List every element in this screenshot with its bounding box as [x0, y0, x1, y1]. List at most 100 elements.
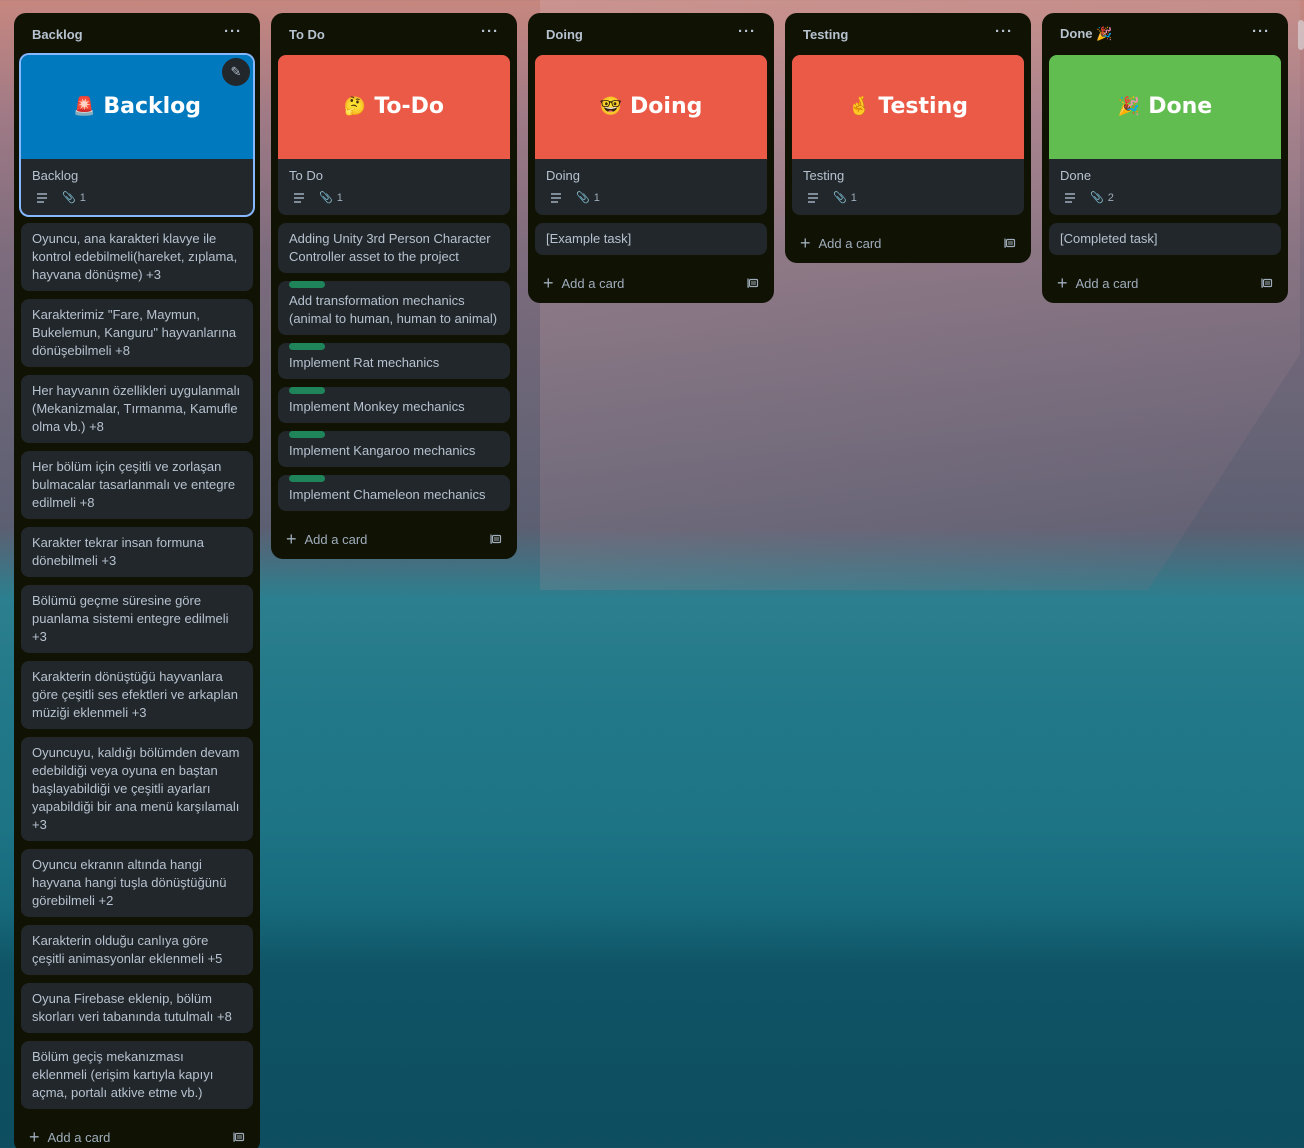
list-card[interactable]: Oyuncu, ana karakteri klavye ile kontrol…: [21, 223, 253, 291]
card-template-icon[interactable]: [490, 533, 502, 545]
list-menu-button[interactable]: ···: [481, 23, 499, 40]
card-title: Oyuncuyu, kaldığı bölümden devam edebild…: [32, 745, 240, 832]
thinking-face-icon: 🤔: [343, 96, 367, 117]
card-title: [Completed task]: [1060, 231, 1158, 246]
cover-card[interactable]: 🎉 Done Done 📎 2: [1049, 55, 1281, 215]
list-card[interactable]: Karakterin olduğu canlıya göre çeşitli a…: [21, 925, 253, 975]
cover-card[interactable]: 🤞 Testing Testing 📎 1: [792, 55, 1024, 215]
add-card-label: Add a card: [818, 235, 882, 251]
cover-card[interactable]: 🚨 Backlog ✎ Backlog 📎 1: [21, 55, 253, 215]
card-template-icon[interactable]: [1004, 237, 1016, 249]
list-title[interactable]: To Do: [289, 27, 325, 42]
add-card-button[interactable]: + Add a card: [792, 223, 1024, 263]
list-card[interactable]: [Example task]: [535, 223, 767, 255]
list-menu-button[interactable]: ···: [738, 23, 756, 40]
attachment-count: 1: [593, 192, 600, 204]
cover-title: Backlog: [103, 94, 202, 119]
card-template-icon[interactable]: [747, 277, 759, 289]
card-template-icon[interactable]: [233, 1131, 245, 1143]
list-menu-button[interactable]: ···: [1252, 23, 1270, 40]
add-card-button[interactable]: + Add a card: [1049, 263, 1281, 303]
card-title: Add transformation mechanics (animal to …: [289, 293, 498, 326]
add-list-edge[interactable]: [1298, 20, 1304, 50]
list-menu-button[interactable]: ···: [995, 23, 1013, 40]
card-title: Bölümü geçme süresine göre puanlama sist…: [32, 593, 229, 644]
card-title: Implement Chameleon mechanics: [289, 487, 486, 502]
card-title: Her bölüm için çeşitli ve zorlaşan bulma…: [32, 459, 236, 510]
crossed-fingers-icon: 🤞: [848, 96, 871, 117]
green-label[interactable]: [289, 343, 325, 350]
list-card[interactable]: Oyuncuyu, kaldığı bölümden devam edebild…: [21, 737, 253, 841]
list-card[interactable]: Karakterin dönüştüğü hayvanlara göre çeş…: [21, 661, 253, 729]
description-icon: [1064, 193, 1076, 203]
cover-title: Doing: [630, 94, 703, 119]
description-icon: [293, 193, 305, 203]
add-card-button[interactable]: + Add a card: [21, 1117, 253, 1148]
list-card[interactable]: Implement Monkey mechanics: [278, 387, 510, 423]
list-header: Testing ···: [792, 13, 1024, 55]
list-card[interactable]: Bölüm geçiş mekanızması eklenmeli (erişi…: [21, 1041, 253, 1109]
list-card[interactable]: Karakter tekrar insan formuna dönebilmel…: [21, 527, 253, 577]
description-icon: [550, 193, 562, 203]
list-card[interactable]: Add transformation mechanics (animal to …: [278, 281, 510, 335]
card-title: Bölüm geçiş mekanızması eklenmeli (erişi…: [32, 1049, 214, 1100]
list-title[interactable]: Doing: [546, 27, 583, 42]
plus-icon: +: [1057, 273, 1068, 293]
list-title[interactable]: Testing: [803, 27, 848, 42]
attachment-count: 2: [1107, 192, 1114, 204]
list-header: Doing ···: [535, 13, 767, 55]
add-card-button[interactable]: + Add a card: [278, 519, 510, 559]
list-card[interactable]: Karakterimiz "Fare, Maymun, Bukelemun, K…: [21, 299, 253, 367]
list-card[interactable]: Oyuna Firebase eklenip, bölüm skorları v…: [21, 983, 253, 1033]
add-card-label: Add a card: [304, 531, 368, 547]
attachment-badge: 📎 1: [62, 189, 86, 207]
list-testing: Testing ··· 🤞 Testing Testing 📎 1 + Add …: [785, 13, 1031, 263]
list-title[interactable]: Backlog: [32, 27, 83, 42]
green-label[interactable]: [289, 281, 325, 288]
list-card[interactable]: Oyuncu ekranın altında hangi hayvana han…: [21, 849, 253, 917]
card-title: Oyuncu ekranın altında hangi hayvana han…: [32, 857, 227, 908]
card-title: Doing: [546, 168, 580, 183]
card-title: Testing: [803, 168, 845, 183]
add-card-label: Add a card: [47, 1129, 111, 1145]
list-card[interactable]: Implement Kangaroo mechanics: [278, 431, 510, 467]
description-icon: [807, 193, 819, 203]
list-card[interactable]: [Completed task]: [1049, 223, 1281, 255]
card-cover: 🤓 Doing: [535, 55, 767, 159]
list-card[interactable]: Adding Unity 3rd Person Character Contro…: [278, 223, 510, 273]
card-title: Implement Kangaroo mechanics: [289, 443, 476, 458]
list-card[interactable]: Implement Chameleon mechanics: [278, 475, 510, 511]
add-card-label: Add a card: [561, 275, 625, 291]
green-label[interactable]: [289, 475, 325, 482]
cover-card[interactable]: 🤔 To-Do To Do 📎 1: [278, 55, 510, 215]
card-title: Karakter tekrar insan formuna dönebilmel…: [32, 535, 204, 568]
cover-title: Testing: [878, 94, 968, 119]
green-label[interactable]: [289, 387, 325, 394]
card-title: Done: [1060, 168, 1092, 183]
card-template-icon[interactable]: [1261, 277, 1273, 289]
edit-pencil-icon[interactable]: ✎: [222, 58, 250, 86]
paperclip-icon: 📎: [62, 192, 76, 204]
card-cover: 🤞 Testing: [792, 55, 1024, 159]
card-title: Implement Monkey mechanics: [289, 399, 465, 414]
cover-card[interactable]: 🤓 Doing Doing 📎 1: [535, 55, 767, 215]
attachment-badge: 📎 2: [1090, 189, 1114, 207]
list-done: Done 🎉 ··· 🎉 Done Done 📎 2 [Completed ta…: [1042, 13, 1288, 303]
green-label[interactable]: [289, 431, 325, 438]
list-header: Done 🎉 ···: [1049, 13, 1281, 55]
card-title: Oyuncu, ana karakteri klavye ile kontrol…: [32, 231, 238, 282]
list-card[interactable]: Implement Rat mechanics: [278, 343, 510, 379]
list-todo: To Do ··· 🤔 To-Do To Do 📎 1 Adding Unity…: [271, 13, 517, 559]
list-doing: Doing ··· 🤓 Doing Doing 📎 1 [Example tas…: [528, 13, 774, 303]
list-menu-button[interactable]: ···: [224, 23, 242, 40]
list-card[interactable]: Her bölüm için çeşitli ve zorlaşan bulma…: [21, 451, 253, 519]
attachment-badge: 📎 1: [319, 189, 343, 207]
card-title: Implement Rat mechanics: [289, 355, 440, 370]
list-title[interactable]: Done 🎉: [1060, 26, 1112, 42]
paperclip-icon: 📎: [319, 192, 333, 204]
list-card[interactable]: Bölümü geçme süresine göre puanlama sist…: [21, 585, 253, 653]
list-card[interactable]: Her hayvanın özellikleri uygulanmalı (Me…: [21, 375, 253, 443]
plus-icon: +: [29, 1127, 40, 1147]
add-card-button[interactable]: + Add a card: [535, 263, 767, 303]
list-header: To Do ···: [278, 13, 510, 55]
